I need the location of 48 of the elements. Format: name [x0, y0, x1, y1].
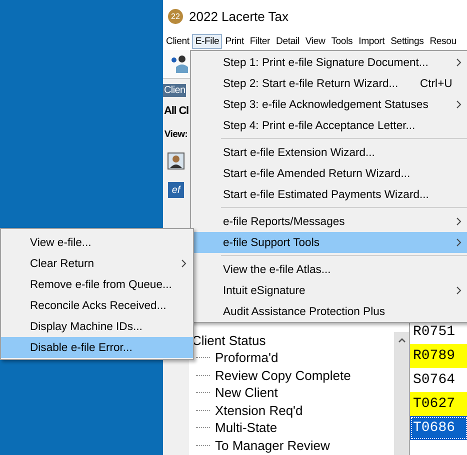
menu-item[interactable]: Start e-file Amended Return Wizard...: [191, 163, 467, 184]
person-icon[interactable]: [170, 54, 190, 74]
menu-item[interactable]: E-File: [192, 34, 222, 48]
tab[interactable]: Clien: [163, 84, 186, 97]
menu-item[interactable]: Detail: [273, 34, 302, 48]
menu-item[interactable]: Remove e-file from Queue...: [1, 274, 193, 295]
menu-item[interactable]: View: [302, 34, 328, 48]
menu-item[interactable]: Step 2: Start e-file Return Wizard... Ctrl+U: [191, 73, 467, 94]
menu-item[interactable]: View the e-file Atlas...: [191, 259, 467, 280]
tree-item[interactable]: Multi-State: [215, 420, 278, 436]
window-title: 2022 Lacerte Tax: [189, 8, 288, 24]
view-label: View:: [164, 129, 188, 140]
tree-item[interactable]: Review Copy Complete: [215, 368, 351, 383]
menu-item[interactable]: Audit Assistance Protection Plus: [191, 301, 467, 322]
client-code[interactable]: T0627: [410, 392, 467, 416]
person-card-icon[interactable]: [167, 152, 185, 170]
tree-item[interactable]: To Manager Review: [215, 438, 330, 453]
tree-item[interactable]: Proforma'd: [215, 350, 278, 366]
menu-item[interactable]: Print: [222, 34, 247, 48]
menu-item[interactable]: Settings: [388, 34, 427, 48]
menu-item[interactable]: e-file Support Tools: [191, 232, 467, 253]
client-code[interactable]: T0686: [410, 416, 467, 440]
efile-icon[interactable]: ef: [168, 182, 184, 198]
client-code[interactable]: R0789: [410, 344, 467, 368]
menu-item[interactable]: Reconcile Acks Received...: [1, 295, 193, 316]
menu-item[interactable]: Step 3: e-file Acknowledgement Statuses: [191, 94, 467, 115]
menu-item[interactable]: Intuit eSignature: [191, 280, 467, 301]
menu-item[interactable]: Disable e-file Error...: [1, 337, 193, 358]
menu-item[interactable]: Import: [356, 34, 388, 48]
menu-item[interactable]: Tools: [328, 34, 356, 48]
shortcut-label: Ctrl+U: [420, 78, 452, 90]
menu-item[interactable]: Start e-file Extension Wizard...: [191, 142, 467, 163]
menu-item[interactable]: Clear Return: [1, 253, 193, 274]
menu-item[interactable]: Step 1: Print e-file Signature Document...: [191, 52, 467, 73]
scroll-bar[interactable]: [394, 332, 409, 455]
menu-item[interactable]: Resou: [426, 34, 460, 48]
menu-item[interactable]: View e-file...: [1, 232, 193, 253]
menu-item[interactable]: Client: [163, 34, 192, 48]
tree-item[interactable]: New Client: [215, 385, 278, 400]
menu-item[interactable]: Filter: [246, 34, 274, 48]
app-badge-icon: 22: [168, 8, 183, 24]
menu-item[interactable]: Step 4: Print e-file Acceptance Letter...: [191, 115, 467, 136]
menu-item[interactable]: Start e-file Estimated Payments Wizard...: [191, 184, 467, 205]
scroll-up-icon[interactable]: [396, 336, 406, 344]
panel-heading: All Cl: [163, 105, 189, 117]
menu-item[interactable]: e-file Reports/Messages: [191, 211, 467, 232]
menu-item[interactable]: Display Machine IDs...: [1, 316, 193, 337]
tree-item[interactable]: Xtension Req'd: [215, 402, 303, 418]
